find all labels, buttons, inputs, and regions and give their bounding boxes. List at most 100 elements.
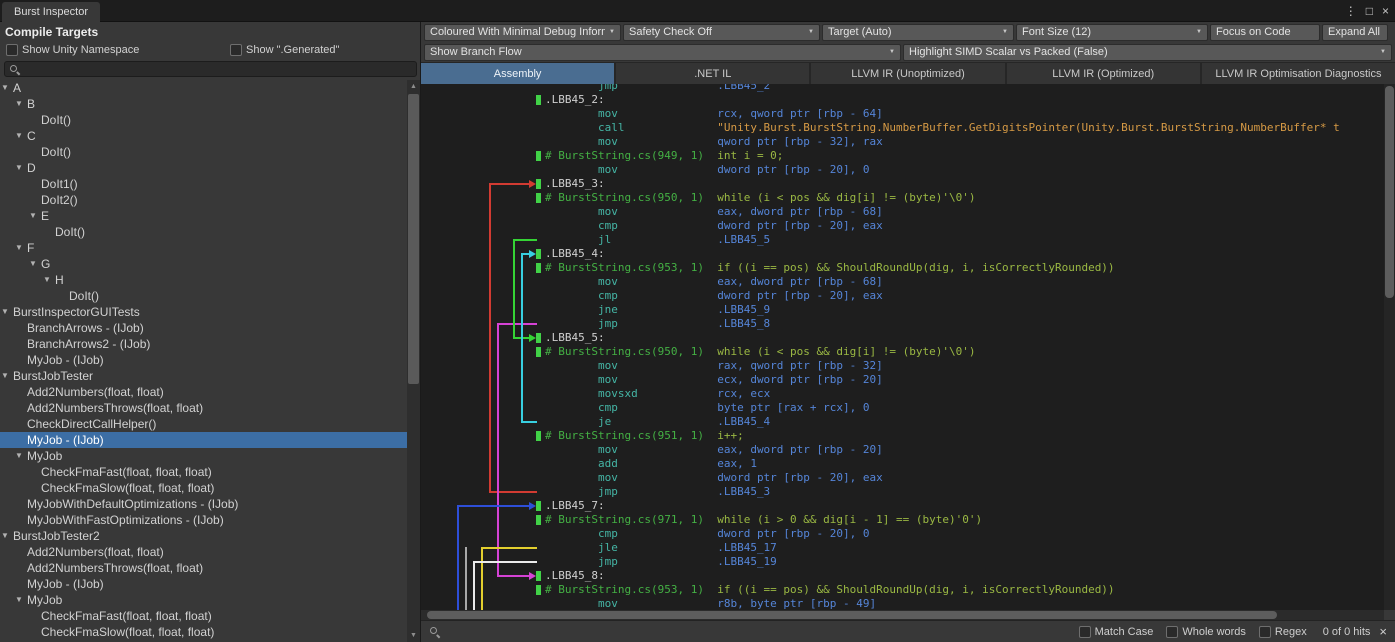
dropdown-font-size-12[interactable]: Font Size (12)▼: [1016, 24, 1208, 41]
tree-item-myjobwithfastoptimizations-ijob[interactable]: MyJobWithFastOptimizations - (IJob): [0, 512, 407, 528]
asm-mnemonic: mov: [598, 597, 618, 610]
scroll-up-icon[interactable]: ▲: [407, 80, 420, 93]
tab-net-il[interactable]: .NET IL: [616, 63, 809, 84]
tree-scrollbar[interactable]: ▲ ▼: [407, 80, 420, 642]
maximize-icon[interactable]: □: [1366, 0, 1373, 22]
tree-item-myjob-ijob[interactable]: MyJob - (IJob): [0, 576, 407, 592]
dropdown-safety-check-off[interactable]: Safety Check Off▼: [623, 24, 820, 41]
code-horizontal-scrollbar[interactable]: [421, 610, 1384, 620]
chevron-down-icon: ▼: [1380, 49, 1386, 55]
tree-item-d[interactable]: ▼D: [0, 160, 407, 176]
asm-label: .LBB45_5:: [545, 331, 605, 344]
tree-item-brancharrows-ijob[interactable]: BranchArrows - (IJob): [0, 320, 407, 336]
tree-item-doit1[interactable]: DoIt1(): [0, 176, 407, 192]
foldout-expanded-icon[interactable]: ▼: [1, 80, 9, 96]
tree-item-myjob[interactable]: ▼MyJob: [0, 448, 407, 464]
match-case-checkbox[interactable]: Match Case: [1079, 626, 1154, 638]
tree-item-b[interactable]: ▼B: [0, 96, 407, 112]
foldout-expanded-icon[interactable]: ▼: [15, 592, 23, 608]
tree-item-doit[interactable]: DoIt(): [0, 112, 407, 128]
button-expand-all[interactable]: Expand All: [1322, 24, 1388, 41]
tree-item-checkdirectcallhelper[interactable]: CheckDirectCallHelper(): [0, 416, 407, 432]
show-generated-checkbox[interactable]: Show ".Generated": [230, 43, 339, 57]
chevron-down-icon: ▼: [1196, 29, 1202, 35]
checkbox-box-icon[interactable]: [1166, 626, 1178, 638]
tree-item-g[interactable]: ▼G: [0, 256, 407, 272]
regex-checkbox[interactable]: Regex: [1259, 626, 1307, 638]
tab-llvm-ir-optimized[interactable]: LLVM IR (Optimized): [1007, 63, 1200, 84]
tree-item-checkfmaslow-float-float-float[interactable]: CheckFmaSlow(float, float, float): [0, 480, 407, 496]
scrollbar-thumb[interactable]: [408, 94, 419, 384]
code-line: jmp .LBB45_19: [421, 555, 1384, 569]
tree-item-f[interactable]: ▼F: [0, 240, 407, 256]
tree-item-doit[interactable]: DoIt(): [0, 144, 407, 160]
code-search-input[interactable]: [440, 624, 1066, 640]
tab-assembly[interactable]: Assembly: [421, 63, 614, 84]
tab-llvm-ir-optimisation-diagnostics[interactable]: LLVM IR Optimisation Diagnostics: [1202, 63, 1395, 84]
foldout-expanded-icon[interactable]: ▼: [15, 96, 23, 112]
tree-item-c[interactable]: ▼C: [0, 128, 407, 144]
dropdown-coloured-with-minimal-debug-information[interactable]: Coloured With Minimal Debug Information▼: [424, 24, 621, 41]
tree-item-checkfmaslow-float-float-float[interactable]: CheckFmaSlow(float, float, float): [0, 624, 407, 640]
tree-item-burstjobtester[interactable]: ▼BurstJobTester: [0, 368, 407, 384]
tree-item-myjob-ijob[interactable]: MyJob - (IJob): [0, 352, 407, 368]
scrollbar-thumb[interactable]: [1385, 86, 1394, 298]
tree-item-myjob-ijob[interactable]: MyJob - (IJob): [0, 432, 407, 448]
assembly-code-view[interactable]: jmp .LBB45_2.LBB45_2: mov rcx, qword ptr…: [421, 84, 1384, 610]
checkbox-box-icon[interactable]: [230, 44, 242, 56]
tree-item-checkfmafast-float-float-float[interactable]: CheckFmaFast(float, float, float): [0, 608, 407, 624]
foldout-expanded-icon[interactable]: ▼: [1, 368, 9, 384]
tree-item-doit2[interactable]: DoIt2(): [0, 192, 407, 208]
close-icon[interactable]: ×: [1382, 0, 1389, 22]
code-vertical-scrollbar[interactable]: [1384, 84, 1395, 610]
foldout-expanded-icon[interactable]: ▼: [1, 528, 9, 544]
foldout-expanded-icon[interactable]: ▼: [15, 160, 23, 176]
button-focus-on-code[interactable]: Focus on Code: [1210, 24, 1320, 41]
foldout-expanded-icon[interactable]: ▼: [15, 448, 23, 464]
tree-item-burstinspectorguitests[interactable]: ▼BurstInspectorGUITests: [0, 304, 407, 320]
foldout-expanded-icon[interactable]: ▼: [1, 304, 9, 320]
tree-item-checkfmafast-float-float-float[interactable]: CheckFmaFast(float, float, float): [0, 464, 407, 480]
asm-mnemonic: cmp: [598, 401, 618, 414]
foldout-expanded-icon[interactable]: ▼: [43, 272, 51, 288]
scrollbar-thumb[interactable]: [427, 611, 1277, 619]
code-line: movsxd rcx, ecx: [421, 387, 1384, 401]
foldout-expanded-icon[interactable]: ▼: [15, 128, 23, 144]
tree-item-doit[interactable]: DoIt(): [0, 288, 407, 304]
tree-item-a[interactable]: ▼A: [0, 80, 407, 96]
tree-item-burstjobtester2[interactable]: ▼BurstJobTester2: [0, 528, 407, 544]
tree-item-add2numbers-float-float[interactable]: Add2Numbers(float, float): [0, 544, 407, 560]
tree-item-add2numbersthrows-float-float[interactable]: Add2NumbersThrows(float, float): [0, 560, 407, 576]
checkbox-box-icon[interactable]: [1259, 626, 1271, 638]
tree-item-add2numbersthrows-float-float[interactable]: Add2NumbersThrows(float, float): [0, 400, 407, 416]
tab-llvm-ir-unoptimized[interactable]: LLVM IR (Unoptimized): [811, 63, 1004, 84]
tree-item-h[interactable]: ▼H: [0, 272, 407, 288]
checkbox-box-icon[interactable]: [1079, 626, 1091, 638]
show-unity-namespace-checkbox[interactable]: Show Unity Namespace: [6, 43, 139, 57]
tree-item-label: MyJob - (IJob): [27, 576, 104, 592]
tree-item-myjobwithdefaultoptimizations-ijob[interactable]: MyJobWithDefaultOptimizations - (IJob): [0, 496, 407, 512]
foldout-expanded-icon[interactable]: ▼: [29, 208, 37, 224]
compile-targets-panel: Compile Targets Show Unity Namespace Sho…: [0, 22, 420, 642]
foldout-expanded-icon[interactable]: ▼: [15, 240, 23, 256]
tree-item-brancharrows2-ijob[interactable]: BranchArrows2 - (IJob): [0, 336, 407, 352]
window-tab-burst-inspector[interactable]: Burst Inspector: [2, 2, 100, 22]
foldout-expanded-icon[interactable]: ▼: [29, 256, 37, 272]
dropdown-show-branch-flow[interactable]: Show Branch Flow▼: [424, 44, 901, 61]
targets-search-field[interactable]: [4, 61, 417, 77]
scroll-down-icon[interactable]: ▼: [407, 629, 420, 642]
dropdown-target-auto[interactable]: Target (Auto)▼: [822, 24, 1014, 41]
asm-mnemonic: mov: [598, 107, 618, 120]
close-search-icon[interactable]: ×: [1379, 624, 1387, 639]
checkbox-box-icon[interactable]: [6, 44, 18, 56]
tree-item-add2numbers-float-float[interactable]: Add2Numbers(float, float): [0, 384, 407, 400]
asm-mnemonic: movsxd: [598, 387, 638, 400]
whole-words-checkbox[interactable]: Whole words: [1166, 626, 1246, 638]
tree-item-doit[interactable]: DoIt(): [0, 224, 407, 240]
tree-item-myjob[interactable]: ▼MyJob: [0, 592, 407, 608]
dropdown-highlight-simd-scalar-vs-packed-false[interactable]: Highlight SIMD Scalar vs Packed (False)▼: [903, 44, 1392, 61]
tree-item-e[interactable]: ▼E: [0, 208, 407, 224]
source-location: # BurstString.cs(951, 1): [545, 429, 704, 442]
block-marker-icon: [536, 179, 541, 189]
menu-kebab-icon[interactable]: ⋮: [1345, 0, 1357, 22]
